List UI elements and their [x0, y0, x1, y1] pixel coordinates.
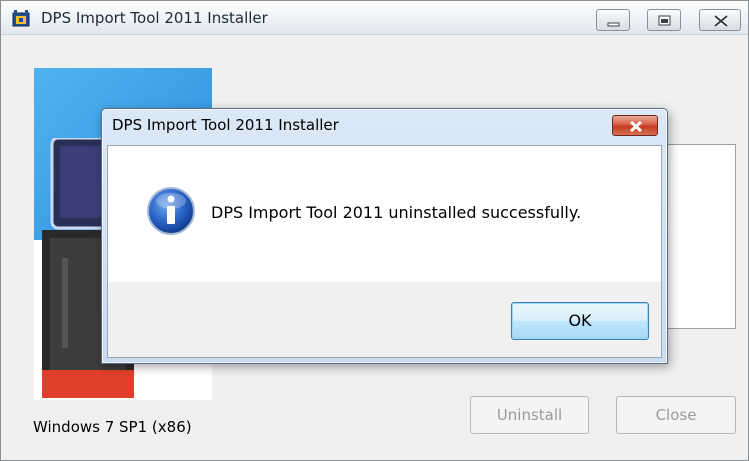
close-installer-button[interactable]: Close	[616, 396, 736, 434]
maximize-icon	[658, 15, 671, 26]
close-icon	[629, 120, 643, 133]
ok-button[interactable]: OK	[511, 302, 649, 340]
minimize-button[interactable]	[596, 9, 630, 31]
maximize-button[interactable]	[647, 9, 681, 31]
close-button[interactable]	[699, 9, 741, 31]
dialog-content: DPS Import Tool 2011 uninstalled success…	[108, 146, 661, 282]
message-dialog: DPS Import Tool 2011 Installer DPS Impor…	[101, 108, 668, 364]
dialog-title: DPS Import Tool 2011 Installer	[112, 116, 339, 134]
installer-app-icon	[12, 10, 30, 27]
info-icon	[147, 187, 195, 235]
os-label: Windows 7 SP1 (x86)	[33, 418, 192, 436]
window-title: DPS Import Tool 2011 Installer	[41, 9, 268, 27]
minimize-icon	[607, 22, 620, 27]
uninstall-button[interactable]: Uninstall	[470, 396, 589, 434]
dialog-close-button[interactable]	[612, 115, 658, 136]
dialog-body: DPS Import Tool 2011 uninstalled success…	[107, 145, 662, 358]
close-icon	[713, 14, 729, 28]
dialog-message: DPS Import Tool 2011 uninstalled success…	[211, 203, 582, 222]
title-bar[interactable]: DPS Import Tool 2011 Installer	[1, 1, 748, 35]
